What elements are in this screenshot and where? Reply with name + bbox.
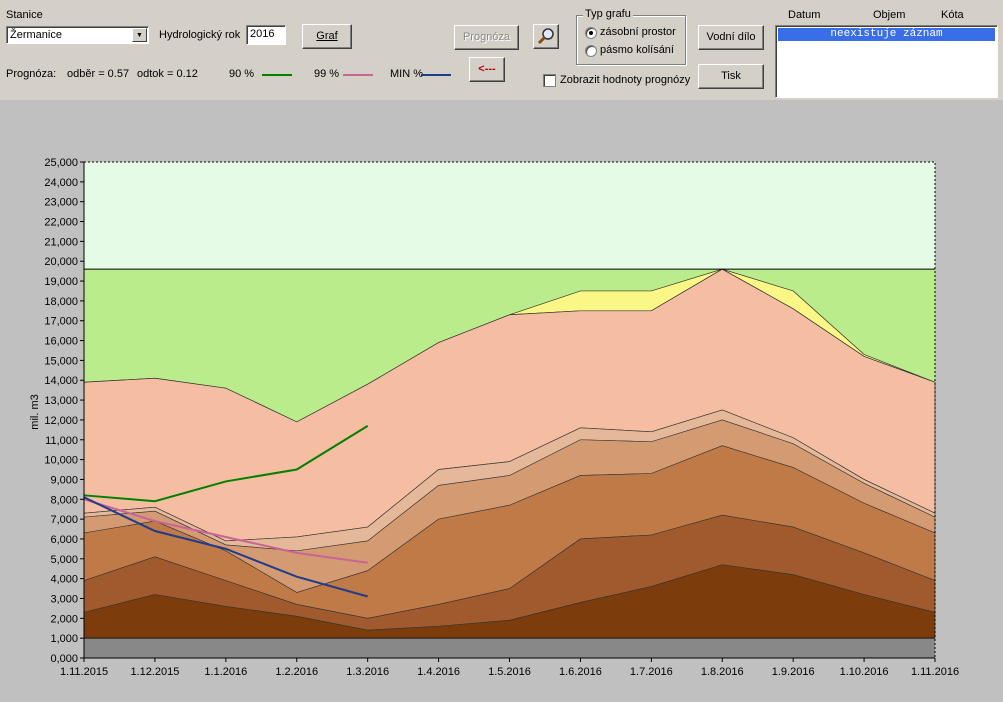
flood-zone-area	[84, 162, 935, 270]
zoom-button[interactable]	[533, 24, 559, 49]
x-tick-label: 1.11.2016	[911, 666, 959, 678]
y-tick-label: 13,000	[44, 395, 78, 407]
reservoir-chart: 0,000 1,000 2,000 3,000 4,000 5,000 6,000 7,000…	[29, 157, 959, 678]
y-tick-label: 3,000	[50, 593, 78, 605]
y-tick-label: 12,000	[44, 415, 78, 427]
y-tick-label: 8,000	[50, 494, 78, 506]
y-tick-label: 20,000	[44, 256, 78, 268]
magnifier-icon	[537, 28, 554, 45]
records-list[interactable]: neexistuje záznam	[775, 25, 998, 98]
station-select[interactable]: Žermanice ▼	[6, 26, 149, 44]
y-tick-label: 17,000	[44, 316, 78, 328]
hydro-year-label: Hydrologický rok	[159, 29, 241, 41]
legend-99-swatch	[343, 74, 373, 76]
vodni-dilo-button[interactable]: Vodní dílo	[698, 25, 764, 50]
x-tick-label: 1.4.2016	[417, 666, 460, 678]
hydro-year-input[interactable]: 2016	[246, 25, 286, 45]
legend-90-swatch	[262, 74, 292, 76]
y-tick-label: 10,000	[44, 455, 78, 467]
y-tick-label: 16,000	[44, 336, 78, 348]
x-tick-label: 1.11.2015	[60, 666, 108, 678]
radio-zasobni-prostor[interactable]	[585, 27, 597, 39]
radio-pasmo-kolisani[interactable]	[585, 45, 597, 57]
y-tick-label: 1,000	[50, 633, 78, 645]
x-tick-label: 1.1.2016	[204, 666, 247, 678]
y-tick-label: 9,000	[50, 474, 78, 486]
legend-99-label: 99 %	[314, 68, 340, 80]
y-tick-label: 4,000	[50, 574, 78, 586]
radio-pasmo-kolisani-label[interactable]: pásmo kolísání	[600, 44, 674, 56]
prognoza-button[interactable]: Prognóza	[454, 25, 519, 50]
y-tick-label: 21,000	[44, 236, 78, 248]
back-button[interactable]: <---	[469, 57, 505, 82]
graph-type-group: Typ grafu	[576, 8, 686, 65]
graph-type-caption: Typ grafu	[583, 8, 633, 20]
list-item[interactable]: neexistuje záznam	[778, 28, 995, 41]
x-tick-label: 1.2.2016	[275, 666, 318, 678]
station-value: Žermanice	[10, 29, 62, 41]
y-tick-label: 15,000	[44, 355, 78, 367]
legend-min-swatch	[421, 74, 451, 76]
y-tick-label: 0,000	[50, 653, 78, 665]
odtok-value: odtok = 0.12	[137, 68, 198, 80]
x-tick-label: 1.6.2016	[559, 666, 602, 678]
y-tick-label: 14,000	[44, 375, 78, 387]
y-tick-label: 7,000	[50, 514, 78, 526]
x-tick-label: 1.5.2016	[488, 666, 531, 678]
y-tick-label: 25,000	[44, 157, 78, 169]
odber-value: odběr = 0.57	[67, 68, 130, 80]
legend-min-label: MIN %	[390, 68, 423, 80]
show-prognosis-label[interactable]: Zobrazit hodnoty prognózy	[560, 74, 690, 86]
x-tick-label: 1.9.2016	[772, 666, 815, 678]
y-tick-label: 23,000	[44, 197, 78, 209]
header-kota: Kóta	[941, 9, 964, 21]
station-label: Stanice	[6, 9, 43, 21]
x-tick-label: 1.7.2016	[630, 666, 673, 678]
chevron-down-icon[interactable]: ▼	[132, 28, 147, 42]
y-tick-label: 24,000	[44, 177, 78, 189]
y-axis-label: mil. m3	[29, 394, 41, 429]
prognosis-label: Prognóza:	[6, 68, 57, 80]
x-tick-label: 1.8.2016	[701, 666, 744, 678]
x-tick-label: 1.3.2016	[346, 666, 389, 678]
y-tick-label: 18,000	[44, 296, 78, 308]
y-tick-label: 2,000	[50, 613, 78, 625]
toolbar-panel: Stanice Žermanice ▼ Hydrologický rok 201…	[0, 0, 1003, 100]
legend-90-label: 90 %	[229, 68, 255, 80]
chart-areas	[83, 162, 936, 658]
x-tick-label: 1.12.2015	[130, 666, 179, 678]
y-tick-label: 22,000	[44, 217, 78, 229]
radio-zasobni-prostor-label[interactable]: zásobní prostor	[600, 26, 676, 38]
show-prognosis-checkbox[interactable]	[543, 74, 556, 87]
y-tick-label: 19,000	[44, 276, 78, 288]
graf-button-label: Graf	[316, 30, 338, 42]
header-objem: Objem	[873, 9, 906, 21]
header-datum: Datum	[788, 9, 821, 21]
y-tick-label: 11,000	[45, 435, 78, 447]
y-tick-label: 5,000	[50, 554, 78, 566]
dead-storage-area	[84, 638, 935, 658]
y-tick-label: 6,000	[50, 534, 78, 546]
tisk-button[interactable]: Tisk	[698, 64, 764, 89]
x-tick-label: 1.10.2016	[840, 666, 889, 678]
graf-button[interactable]: Graf	[302, 24, 352, 49]
